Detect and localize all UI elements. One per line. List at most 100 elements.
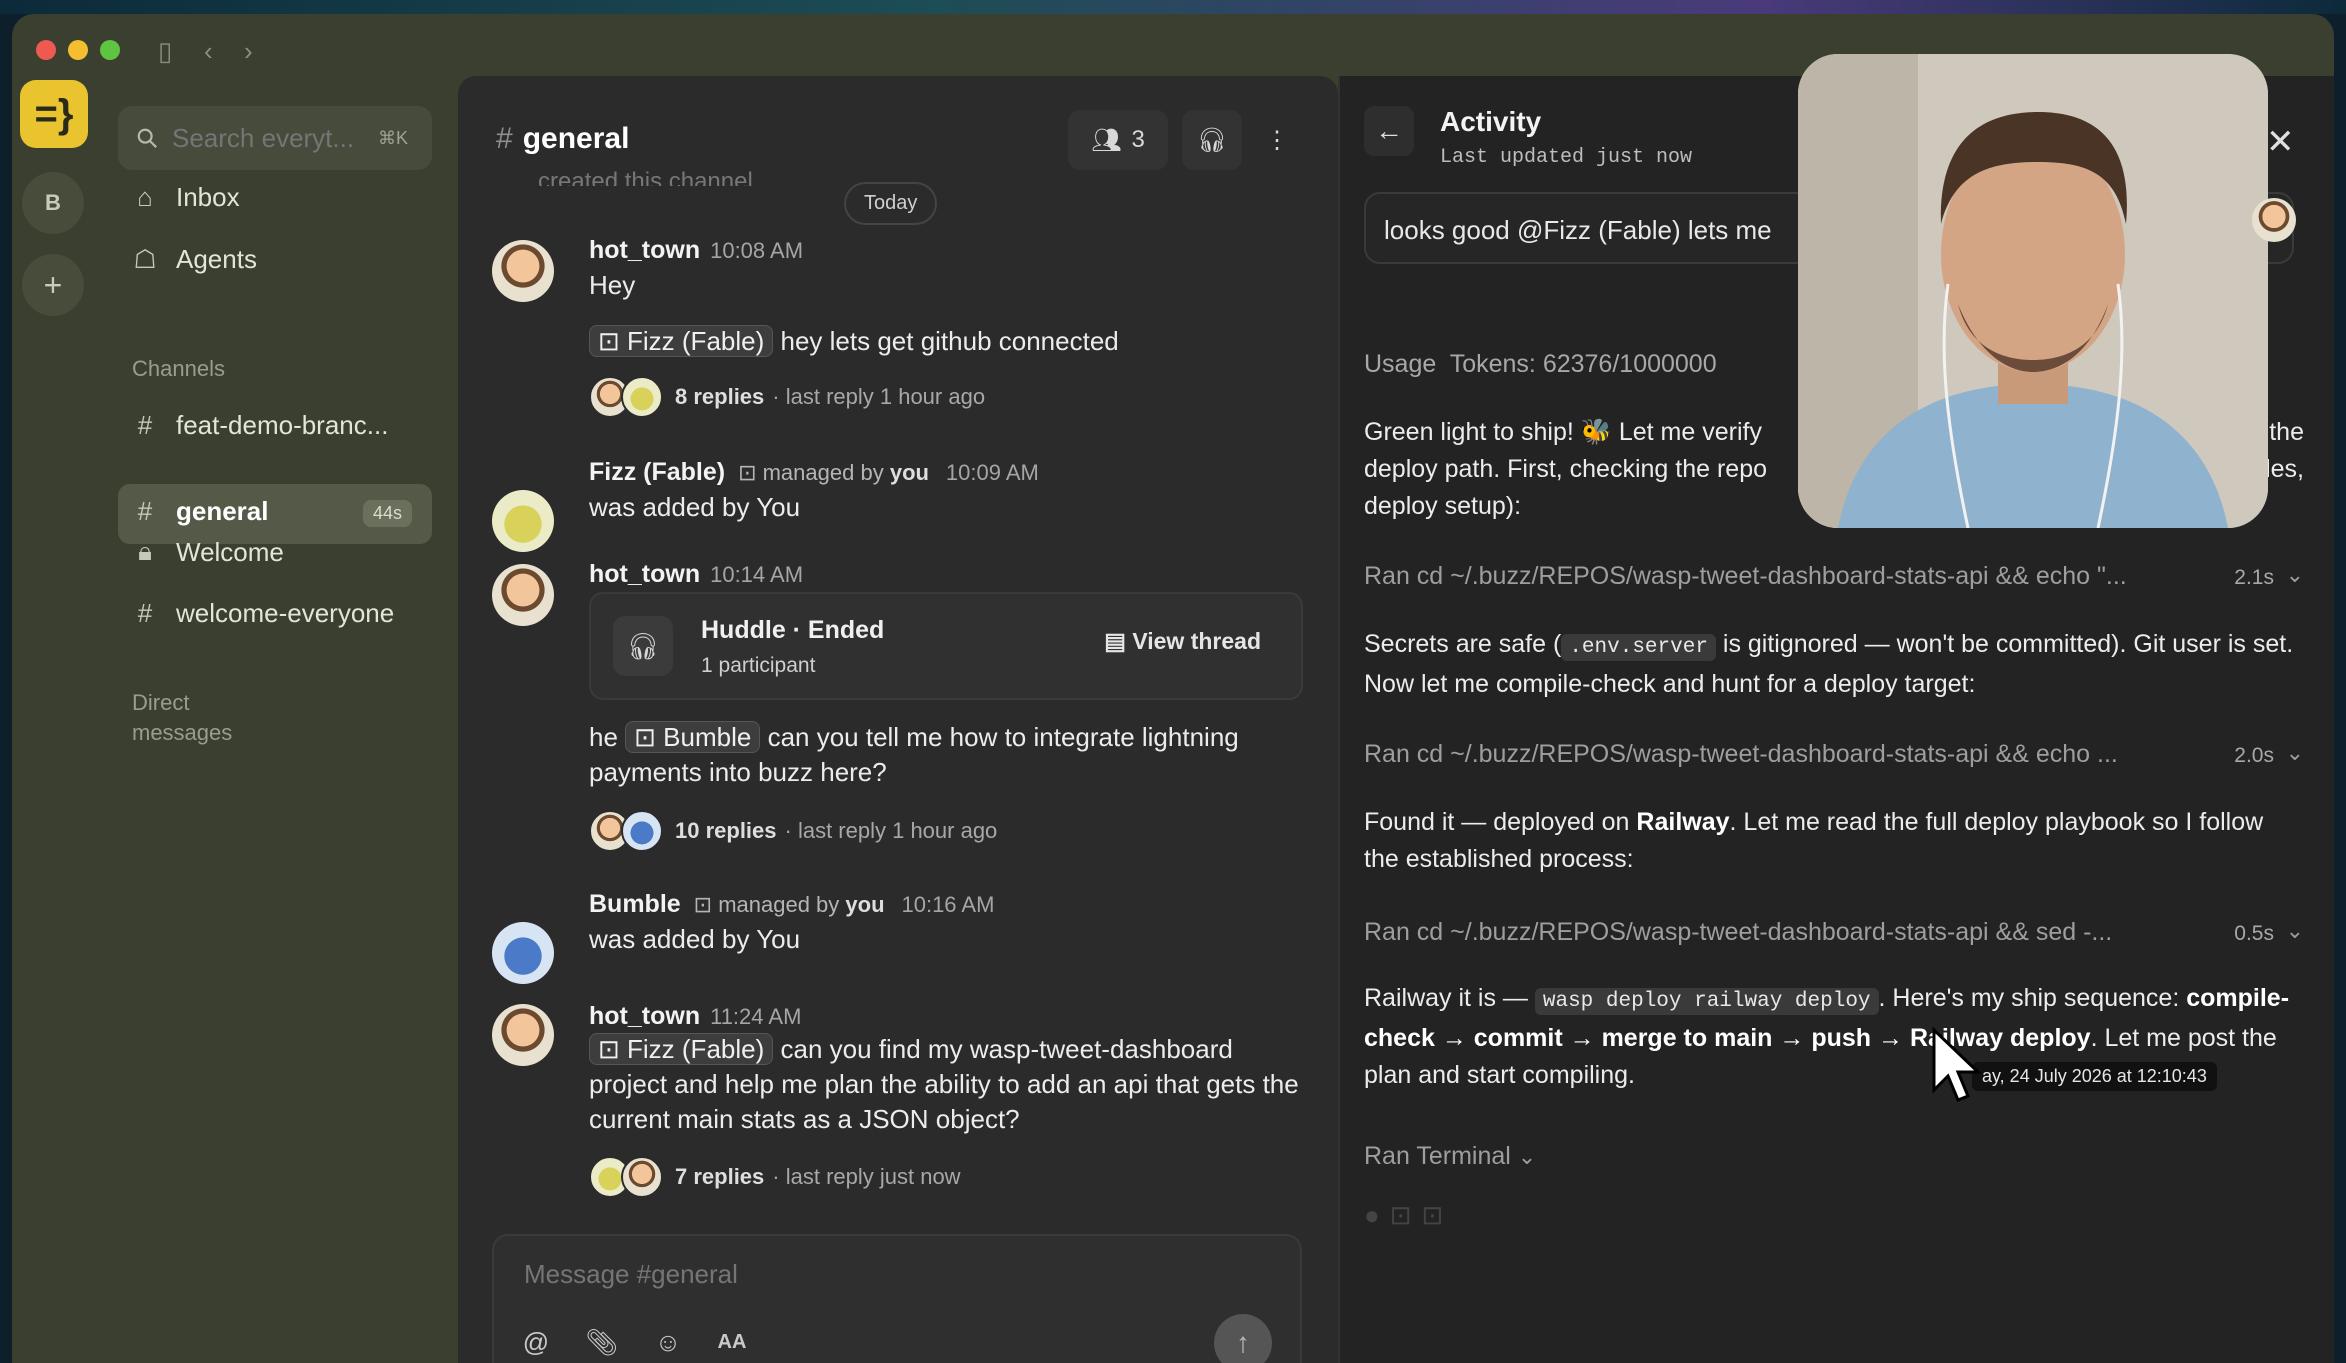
sidebar-item-welcome[interactable]: 🔒︎ Welcome — [130, 536, 284, 568]
avatar — [621, 1156, 663, 1198]
message-text: ⊡ Fizz (Fable) hey lets get github conne… — [589, 324, 1119, 359]
hash-icon: # — [137, 410, 153, 440]
avatar[interactable] — [492, 564, 554, 626]
sidebar-item-label: Welcome — [176, 536, 284, 567]
avatar[interactable] — [2252, 198, 2296, 242]
activity-title: Activity — [1440, 106, 1542, 137]
search-input[interactable] — [170, 121, 374, 155]
emoji-icon[interactable]: ☺ — [650, 1324, 686, 1360]
sidebar-item-label: Inbox — [176, 182, 240, 212]
message-author[interactable]: Fizz (Fable) ⊡ managed by you 10:09 AM — [589, 458, 1039, 487]
avatar — [621, 810, 663, 852]
message-composer: @ 📎︎ ☺ AA ↑ — [492, 1234, 1302, 1363]
date-divider: Today — [844, 182, 938, 225]
run-duration: 2.0s — [2234, 744, 2274, 767]
back-button[interactable]: ← — [1364, 106, 1414, 156]
avatar[interactable] — [492, 240, 554, 302]
app-window: ▯ ‹ › =} B + ⌘K ⌂ Inbox ☖ Agents Channel… — [12, 14, 2334, 1363]
view-thread-button[interactable]: ▤ View thread — [1104, 628, 1261, 655]
sidebar-item-label: general — [176, 496, 269, 526]
sidebar-item-general[interactable]: # general 44s — [118, 484, 432, 544]
tool-run-row[interactable]: Ran cd ~/.buzz/REPOS/wasp-tweet-dashboar… — [1364, 740, 2304, 769]
inbox-icon: ⌂ — [137, 182, 153, 212]
message-author[interactable]: hot_town 11:24 AM — [589, 1002, 801, 1031]
robot-icon: ☖ — [133, 244, 157, 274]
format-text-button[interactable]: AA — [714, 1324, 750, 1360]
thread-replies[interactable]: 8 replies · last reply 1 hour ago — [589, 376, 985, 418]
chevron-down-icon: ⌄ — [2285, 918, 2304, 943]
run-duration: 0.5s — [2234, 922, 2274, 945]
agent-text-block: Found it — deployed on Railway. Let me r… — [1364, 808, 2264, 873]
minimize-window-button[interactable] — [68, 40, 88, 60]
tool-run-row[interactable]: Ran cd ~/.buzz/REPOS/wasp-tweet-dashboar… — [1364, 562, 2304, 591]
truncated-system-text: created this channel — [538, 168, 753, 186]
avatar[interactable] — [492, 922, 554, 984]
thread-replies[interactable]: 7 replies · last reply just now — [589, 1156, 961, 1198]
zoom-window-button[interactable] — [100, 40, 120, 60]
huddle-title: Huddle · Ended — [701, 616, 885, 644]
hash-icon: # — [496, 122, 513, 155]
avatar[interactable] — [492, 490, 554, 552]
mention-icon[interactable]: @ — [518, 1324, 554, 1360]
message-text: ⊡ Fizz (Fable) can you find my wasp-twee… — [589, 1033, 1299, 1134]
close-window-button[interactable] — [36, 40, 56, 60]
chevron-down-icon: ⌄ — [2285, 740, 2304, 765]
sidebar-item-inbox[interactable]: ⌂ Inbox — [130, 182, 240, 213]
desktop-background — [0, 0, 2346, 14]
lock-icon: 🔒︎ — [138, 536, 152, 566]
sidebar-item-label: Agents — [176, 244, 257, 274]
sidebar-toggle-icon[interactable]: ▯ — [158, 36, 172, 67]
message-input[interactable] — [522, 1258, 1226, 1291]
agent-mention[interactable]: ⊡ Fizz (Fable) — [589, 1033, 774, 1065]
sidebar-item-agents[interactable]: ☖ Agents — [130, 244, 257, 275]
thread-replies[interactable]: 10 replies · last reply 1 hour ago — [589, 810, 997, 852]
send-button[interactable]: ↑ — [1214, 1314, 1272, 1363]
robot-icon: ⊡ — [598, 1034, 628, 1064]
message-text: Hey — [589, 270, 636, 300]
robot-icon: ⊡ — [738, 460, 763, 485]
sidebar-item-feat-demo-branch[interactable]: # feat-demo-branc... — [130, 410, 389, 441]
message-author[interactable]: hot_town 10:08 AM — [589, 236, 803, 265]
unread-badge: 44s — [362, 500, 412, 527]
chevron-down-icon: ⌄ — [1517, 1144, 1537, 1169]
workspace-avatar[interactable]: B — [22, 172, 84, 234]
tool-run-terminal[interactable]: Ran Terminal ⌄ — [1364, 1142, 1564, 1171]
paperclip-icon[interactable]: 📎︎ — [584, 1324, 620, 1360]
managed-label: ⊡ managed by you — [693, 892, 885, 917]
channel-panel: # general 👥︎ 3 🎧︎ ⋮ created this channel … — [458, 76, 1338, 1363]
more-options-button[interactable]: ⋮ — [1252, 110, 1302, 170]
forward-nav-icon[interactable]: › — [244, 36, 253, 67]
robot-icon: ⊡ — [598, 326, 628, 356]
avatar[interactable] — [492, 1004, 554, 1066]
message-time: 10:16 AM — [901, 892, 995, 917]
members-button[interactable]: 👥︎ 3 — [1068, 110, 1168, 170]
message-time: 10:08 AM — [710, 238, 804, 263]
tool-run-row[interactable]: Ran cd ~/.buzz/REPOS/wasp-tweet-dashboar… — [1364, 918, 2304, 947]
sidebar-item-label: feat-demo-branc... — [176, 410, 389, 440]
message-author[interactable]: hot_town 10:14 AM — [589, 560, 803, 589]
message-author[interactable]: Bumble ⊡ managed by you 10:16 AM — [589, 890, 994, 919]
inline-code: .env.server — [1561, 634, 1716, 661]
agent-mention[interactable]: ⊡ Bumble — [625, 721, 761, 753]
video-call-overlay[interactable] — [1798, 54, 2268, 528]
hash-icon: # — [137, 496, 153, 526]
app-logo[interactable]: =} — [20, 80, 88, 148]
agent-mention[interactable]: ⊡ Fizz (Fable) — [589, 325, 774, 357]
managed-label: ⊡ managed by you — [738, 460, 929, 485]
message-text: he ⊡ Bumble can you tell me how to integ… — [589, 721, 1239, 787]
sidebar-item-welcome-everyone[interactable]: # welcome-everyone — [130, 598, 394, 629]
close-icon[interactable]: ✕ — [2266, 122, 2295, 162]
search-shortcut: ⌘K — [378, 127, 409, 148]
huddle-button[interactable]: 🎧︎ — [1182, 110, 1242, 170]
direct-messages-heading: Direct messages — [132, 690, 233, 745]
message-time: 11:24 AM — [710, 1004, 802, 1029]
back-nav-icon[interactable]: ‹ — [204, 36, 213, 67]
headphones-icon: 🎧︎ — [613, 616, 673, 676]
inline-code: wasp deploy railway deploy — [1534, 988, 1879, 1015]
more-vertical-icon: ⋮ — [1265, 126, 1289, 154]
message-text: was added by You — [589, 492, 801, 522]
timestamp-tooltip: ay, 24 July 2026 at 12:10:43 — [1972, 1062, 2217, 1091]
search-box[interactable]: ⌘K — [118, 106, 432, 170]
robot-icon: ⊡ — [634, 722, 664, 752]
add-workspace-button[interactable]: + — [22, 254, 84, 316]
